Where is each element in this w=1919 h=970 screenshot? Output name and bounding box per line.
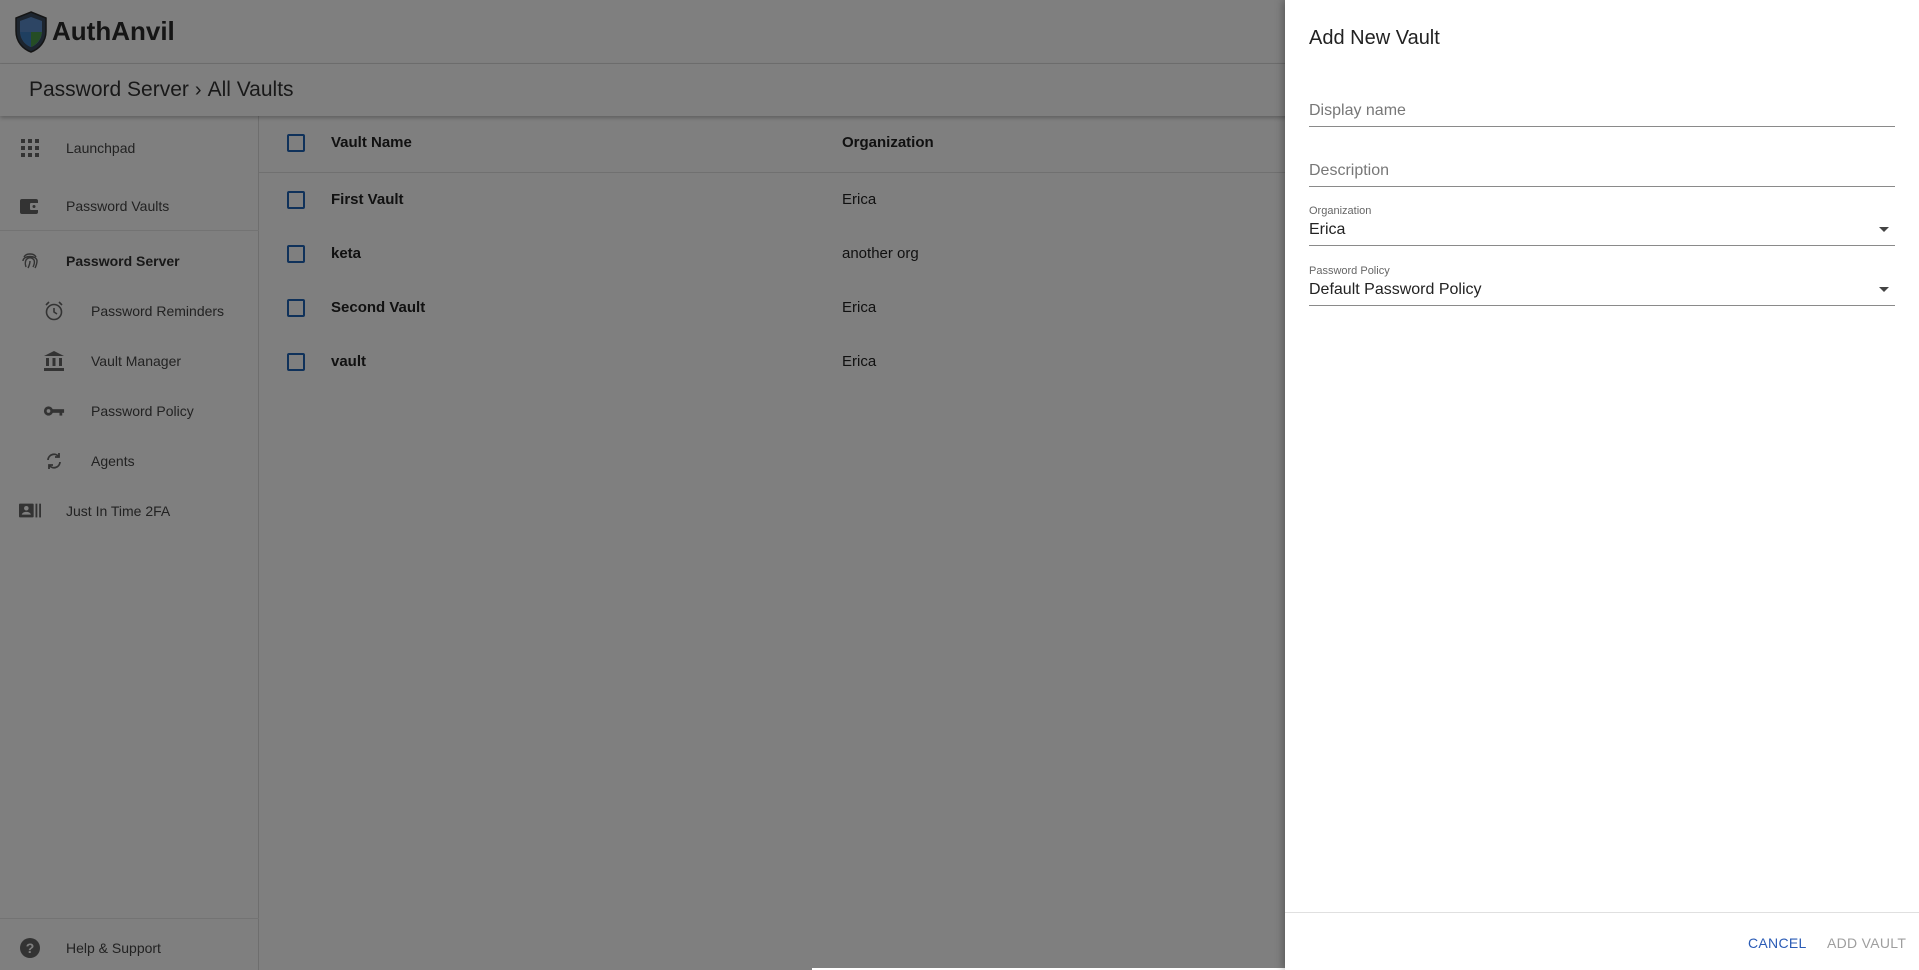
display-name-field xyxy=(1309,98,1895,127)
password-policy-select[interactable]: Default Password Policy xyxy=(1309,281,1895,306)
description-field xyxy=(1309,158,1895,187)
display-name-input[interactable] xyxy=(1309,98,1895,127)
caret-down-icon xyxy=(1879,227,1889,232)
organization-select[interactable]: Erica xyxy=(1309,221,1895,246)
description-input[interactable] xyxy=(1309,158,1895,187)
password-policy-label: Password Policy xyxy=(1309,265,1390,277)
organization-label: Organization xyxy=(1309,205,1372,217)
dialog-title: Add New Vault xyxy=(1309,27,1440,49)
password-policy-value: Default Password Policy xyxy=(1309,281,1482,298)
organization-field: Organization Erica xyxy=(1309,205,1895,246)
caret-down-icon xyxy=(1879,287,1889,292)
cancel-button[interactable]: CANCEL xyxy=(1748,935,1807,951)
password-policy-field: Password Policy Default Password Policy xyxy=(1309,265,1895,306)
add-vault-button[interactable]: ADD VAULT xyxy=(1827,935,1906,951)
add-vault-dialog: Add New Vault Organization Erica Passwor… xyxy=(1285,0,1919,970)
organization-value: Erica xyxy=(1309,221,1346,238)
dialog-footer: CANCEL ADD VAULT xyxy=(1285,912,1919,970)
